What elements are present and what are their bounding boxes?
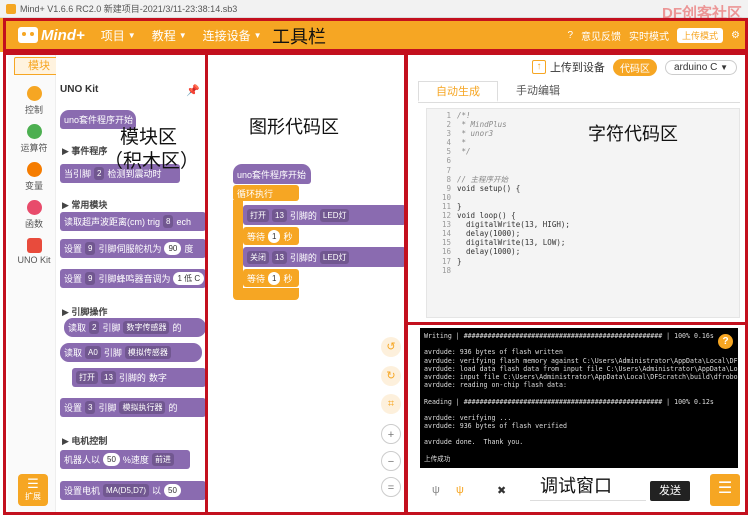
label-block-area-sub: （积木区）: [104, 151, 200, 172]
label-debug: 调试窗口: [540, 476, 612, 496]
annotation-box-toolbar: [3, 18, 748, 52]
annotation-box-blocks: [3, 52, 208, 515]
label-graphic-code: 图形代码区: [249, 117, 339, 137]
window-titlebar: Mind+ V1.6.6 RC2.0 新建项目-2021/3/11-23:38:…: [0, 0, 748, 18]
annotation-box-char-code: [405, 52, 748, 325]
window-title: Mind+ V1.6.6 RC2.0 新建项目-2021/3/11-23:38:…: [20, 4, 238, 14]
app-logo-icon: [6, 3, 16, 14]
label-toolbar: 工具栏: [272, 27, 326, 47]
label-char-code: 字符代码区: [588, 124, 678, 144]
label-block-area: 模块区: [120, 127, 178, 148]
